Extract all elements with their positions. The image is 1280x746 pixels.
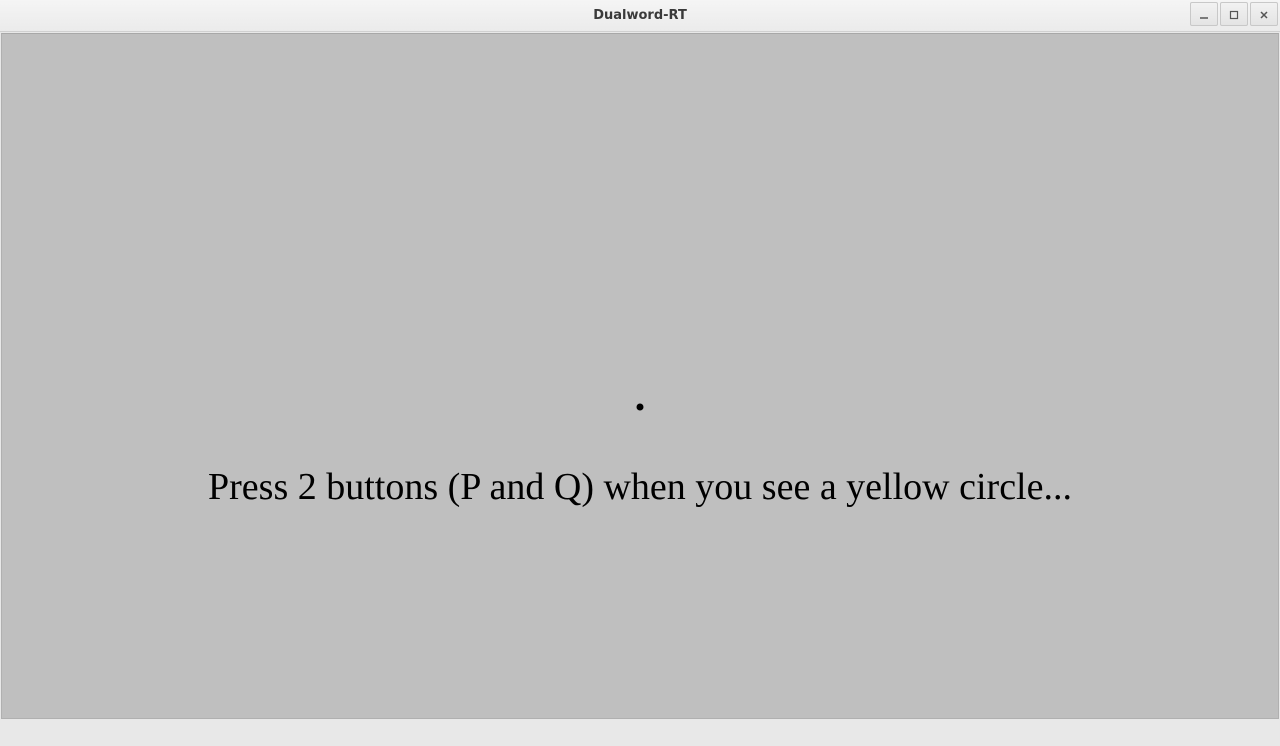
- close-button[interactable]: [1250, 2, 1278, 26]
- fixation-dot-icon: [637, 404, 644, 411]
- close-icon: [1259, 5, 1269, 24]
- window-title: Dualword-RT: [593, 8, 687, 23]
- content-frame: Press 2 buttons (P and Q) when you see a…: [0, 32, 1280, 746]
- experiment-canvas[interactable]: Press 2 buttons (P and Q) when you see a…: [1, 33, 1279, 719]
- maximize-button[interactable]: [1220, 2, 1248, 26]
- status-strip: [1, 719, 1279, 745]
- minimize-button[interactable]: [1190, 2, 1218, 26]
- instruction-text: Press 2 buttons (P and Q) when you see a…: [208, 465, 1072, 509]
- window-titlebar: Dualword-RT: [0, 0, 1280, 32]
- minimize-icon: [1199, 5, 1209, 24]
- maximize-icon: [1229, 5, 1239, 24]
- window-controls: [1190, 2, 1278, 26]
